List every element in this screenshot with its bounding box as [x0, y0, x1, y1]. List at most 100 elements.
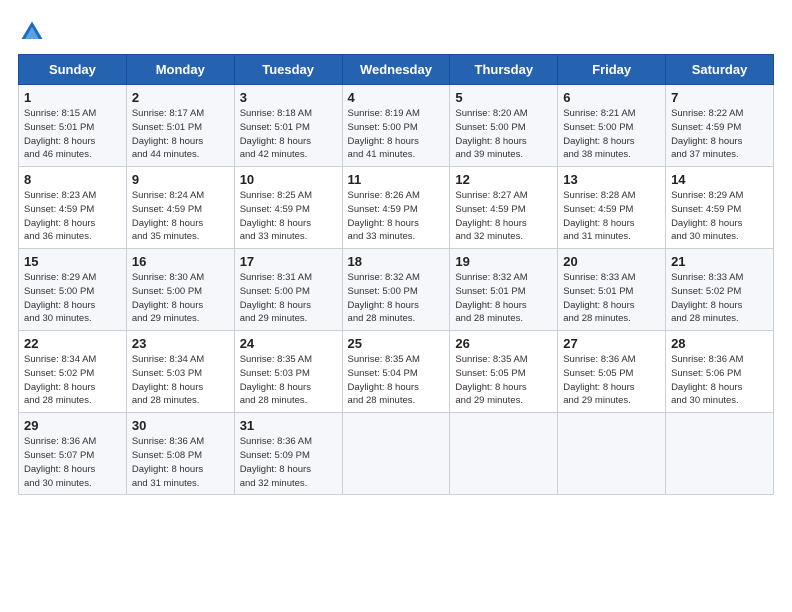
- day-info: Sunrise: 8:34 AMSunset: 5:02 PMDaylight:…: [24, 353, 121, 408]
- day-number: 22: [24, 336, 121, 351]
- day-info: Sunrise: 8:36 AMSunset: 5:08 PMDaylight:…: [132, 435, 229, 490]
- day-cell: 25 Sunrise: 8:35 AMSunset: 5:04 PMDayligh…: [342, 331, 450, 413]
- day-info: Sunrise: 8:25 AMSunset: 4:59 PMDaylight:…: [240, 189, 337, 244]
- day-cell: 26 Sunrise: 8:35 AMSunset: 5:05 PMDayligh…: [450, 331, 558, 413]
- weekday-header-row: SundayMondayTuesdayWednesdayThursdayFrid…: [19, 55, 774, 85]
- page-container: SundayMondayTuesdayWednesdayThursdayFrid…: [0, 0, 792, 505]
- day-number: 24: [240, 336, 337, 351]
- day-cell: 9 Sunrise: 8:24 AMSunset: 4:59 PMDaylight…: [126, 167, 234, 249]
- day-cell: 11Sunrise: 8:26 AMSunset: 4:59 PMDayligh…: [342, 167, 450, 249]
- calendar-body: 1 Sunrise: 8:15 AMSunset: 5:01 PMDaylight…: [19, 85, 774, 495]
- week-row-2: 8 Sunrise: 8:23 AMSunset: 4:59 PMDaylight…: [19, 167, 774, 249]
- day-info: Sunrise: 8:17 AMSunset: 5:01 PMDaylight:…: [132, 107, 229, 162]
- day-cell: 13 Sunrise: 8:28 AMSunset: 4:59 PMDayligh…: [558, 167, 666, 249]
- day-number: 30: [132, 418, 229, 433]
- day-cell: 31 Sunrise: 8:36 AMSunset: 5:09 PMDayligh…: [234, 413, 342, 495]
- day-number: 18: [348, 254, 445, 269]
- day-number: 3: [240, 90, 337, 105]
- day-cell: [666, 413, 774, 495]
- day-number: 26: [455, 336, 552, 351]
- week-row-4: 22 Sunrise: 8:34 AMSunset: 5:02 PMDayligh…: [19, 331, 774, 413]
- day-cell: [558, 413, 666, 495]
- day-cell: 12Sunrise: 8:27 AMSunset: 4:59 PMDayligh…: [450, 167, 558, 249]
- day-cell: [342, 413, 450, 495]
- day-info: Sunrise: 8:26 AMSunset: 4:59 PMDaylight:…: [348, 189, 445, 244]
- day-cell: 5 Sunrise: 8:20 AMSunset: 5:00 PMDaylight…: [450, 85, 558, 167]
- day-info: Sunrise: 8:32 AMSunset: 5:01 PMDaylight:…: [455, 271, 552, 326]
- day-info: Sunrise: 8:27 AMSunset: 4:59 PMDaylight:…: [455, 189, 552, 244]
- day-cell: 3 Sunrise: 8:18 AMSunset: 5:01 PMDaylight…: [234, 85, 342, 167]
- day-number: 2: [132, 90, 229, 105]
- header: [18, 18, 774, 46]
- calendar-header: SundayMondayTuesdayWednesdayThursdayFrid…: [19, 55, 774, 85]
- day-cell: [450, 413, 558, 495]
- day-number: 1: [24, 90, 121, 105]
- day-info: Sunrise: 8:20 AMSunset: 5:00 PMDaylight:…: [455, 107, 552, 162]
- day-info: Sunrise: 8:35 AMSunset: 5:05 PMDaylight:…: [455, 353, 552, 408]
- day-number: 5: [455, 90, 552, 105]
- day-number: 6: [563, 90, 660, 105]
- day-number: 9: [132, 172, 229, 187]
- day-cell: 8 Sunrise: 8:23 AMSunset: 4:59 PMDaylight…: [19, 167, 127, 249]
- day-number: 23: [132, 336, 229, 351]
- day-cell: 1 Sunrise: 8:15 AMSunset: 5:01 PMDaylight…: [19, 85, 127, 167]
- day-cell: 17Sunrise: 8:31 AMSunset: 5:00 PMDayligh…: [234, 249, 342, 331]
- day-cell: 18 Sunrise: 8:32 AMSunset: 5:00 PMDayligh…: [342, 249, 450, 331]
- day-cell: 7 Sunrise: 8:22 AMSunset: 4:59 PMDaylight…: [666, 85, 774, 167]
- day-info: Sunrise: 8:23 AMSunset: 4:59 PMDaylight:…: [24, 189, 121, 244]
- day-number: 31: [240, 418, 337, 433]
- day-info: Sunrise: 8:33 AMSunset: 5:01 PMDaylight:…: [563, 271, 660, 326]
- day-info: Sunrise: 8:15 AMSunset: 5:01 PMDaylight:…: [24, 107, 121, 162]
- day-number: 7: [671, 90, 768, 105]
- day-info: Sunrise: 8:35 AMSunset: 5:04 PMDaylight:…: [348, 353, 445, 408]
- day-number: 8: [24, 172, 121, 187]
- day-cell: 19 Sunrise: 8:32 AMSunset: 5:01 PMDayligh…: [450, 249, 558, 331]
- day-number: 17: [240, 254, 337, 269]
- day-number: 19: [455, 254, 552, 269]
- weekday-sunday: Sunday: [19, 55, 127, 85]
- day-cell: 14Sunrise: 8:29 AMSunset: 4:59 PMDayligh…: [666, 167, 774, 249]
- day-info: Sunrise: 8:22 AMSunset: 4:59 PMDaylight:…: [671, 107, 768, 162]
- day-number: 25: [348, 336, 445, 351]
- day-cell: 20 Sunrise: 8:33 AMSunset: 5:01 PMDayligh…: [558, 249, 666, 331]
- day-cell: 30 Sunrise: 8:36 AMSunset: 5:08 PMDayligh…: [126, 413, 234, 495]
- day-number: 10: [240, 172, 337, 187]
- week-row-5: 29 Sunrise: 8:36 AMSunset: 5:07 PMDayligh…: [19, 413, 774, 495]
- day-number: 28: [671, 336, 768, 351]
- day-number: 29: [24, 418, 121, 433]
- day-cell: 2 Sunrise: 8:17 AMSunset: 5:01 PMDaylight…: [126, 85, 234, 167]
- day-info: Sunrise: 8:19 AMSunset: 5:00 PMDaylight:…: [348, 107, 445, 162]
- day-cell: 23Sunrise: 8:34 AMSunset: 5:03 PMDayligh…: [126, 331, 234, 413]
- day-cell: 24 Sunrise: 8:35 AMSunset: 5:03 PMDayligh…: [234, 331, 342, 413]
- day-info: Sunrise: 8:36 AMSunset: 5:09 PMDaylight:…: [240, 435, 337, 490]
- week-row-3: 15 Sunrise: 8:29 AMSunset: 5:00 PMDayligh…: [19, 249, 774, 331]
- day-info: Sunrise: 8:28 AMSunset: 4:59 PMDaylight:…: [563, 189, 660, 244]
- day-number: 21: [671, 254, 768, 269]
- day-info: Sunrise: 8:36 AMSunset: 5:05 PMDaylight:…: [563, 353, 660, 408]
- day-info: Sunrise: 8:35 AMSunset: 5:03 PMDaylight:…: [240, 353, 337, 408]
- day-cell: 10 Sunrise: 8:25 AMSunset: 4:59 PMDayligh…: [234, 167, 342, 249]
- day-info: Sunrise: 8:33 AMSunset: 5:02 PMDaylight:…: [671, 271, 768, 326]
- weekday-monday: Monday: [126, 55, 234, 85]
- week-row-1: 1 Sunrise: 8:15 AMSunset: 5:01 PMDaylight…: [19, 85, 774, 167]
- day-cell: 16Sunrise: 8:30 AMSunset: 5:00 PMDayligh…: [126, 249, 234, 331]
- day-number: 4: [348, 90, 445, 105]
- day-number: 27: [563, 336, 660, 351]
- day-cell: 28 Sunrise: 8:36 AMSunset: 5:06 PMDayligh…: [666, 331, 774, 413]
- day-number: 16: [132, 254, 229, 269]
- day-info: Sunrise: 8:36 AMSunset: 5:06 PMDaylight:…: [671, 353, 768, 408]
- day-info: Sunrise: 8:32 AMSunset: 5:00 PMDaylight:…: [348, 271, 445, 326]
- calendar-table: SundayMondayTuesdayWednesdayThursdayFrid…: [18, 54, 774, 495]
- day-cell: 21 Sunrise: 8:33 AMSunset: 5:02 PMDayligh…: [666, 249, 774, 331]
- day-number: 20: [563, 254, 660, 269]
- day-info: Sunrise: 8:24 AMSunset: 4:59 PMDaylight:…: [132, 189, 229, 244]
- logo: [18, 18, 50, 46]
- day-number: 15: [24, 254, 121, 269]
- day-info: Sunrise: 8:29 AMSunset: 5:00 PMDaylight:…: [24, 271, 121, 326]
- day-info: Sunrise: 8:18 AMSunset: 5:01 PMDaylight:…: [240, 107, 337, 162]
- day-cell: 29 Sunrise: 8:36 AMSunset: 5:07 PMDayligh…: [19, 413, 127, 495]
- weekday-thursday: Thursday: [450, 55, 558, 85]
- day-info: Sunrise: 8:29 AMSunset: 4:59 PMDaylight:…: [671, 189, 768, 244]
- day-info: Sunrise: 8:36 AMSunset: 5:07 PMDaylight:…: [24, 435, 121, 490]
- day-number: 13: [563, 172, 660, 187]
